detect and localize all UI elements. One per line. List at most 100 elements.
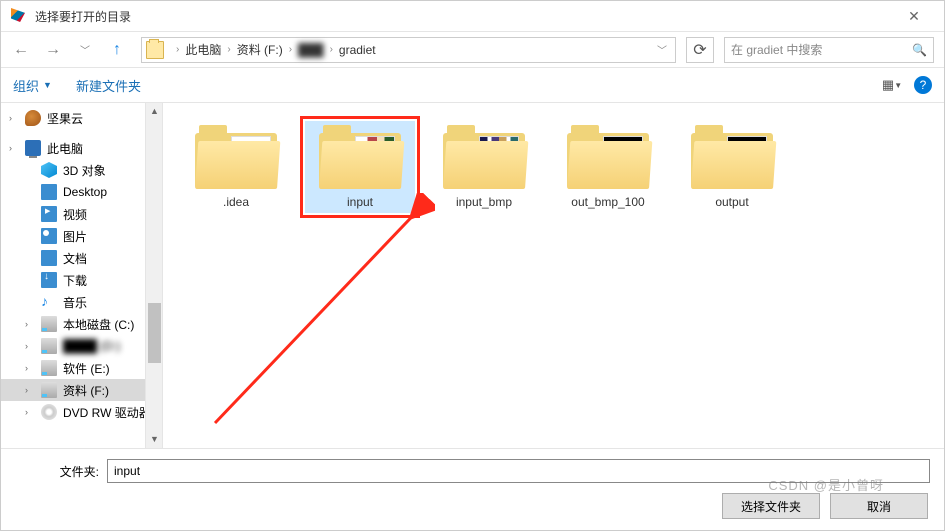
folder-item-input[interactable]: input xyxy=(305,121,415,213)
folder-icon xyxy=(146,41,164,59)
search-placeholder: 在 gradiet 中搜索 xyxy=(731,41,822,58)
annotation-arrow xyxy=(195,193,435,433)
sidebar-item-label: 本地磁盘 (C:) xyxy=(63,316,134,333)
sidebar-item-label: Desktop xyxy=(63,185,107,199)
scroll-down-icon[interactable]: ▼ xyxy=(146,431,163,448)
search-input[interactable]: 在 gradiet 中搜索 🔍 xyxy=(724,37,934,63)
folder-item-output[interactable]: output xyxy=(677,121,787,213)
titlebar: 选择要打开的目录 ✕ xyxy=(1,1,944,31)
folder-label: out_bmp_100 xyxy=(571,195,644,209)
sidebar-item-8[interactable]: 音乐 xyxy=(1,291,162,313)
sidebar-item-2[interactable]: 3D 对象 xyxy=(1,159,162,181)
sidebar-item-13[interactable]: › DVD RW 驱动器 xyxy=(1,401,162,423)
new-folder-button[interactable]: 新建文件夹 xyxy=(76,76,141,95)
refresh-button[interactable]: ⟳ xyxy=(686,37,714,63)
folder-icon xyxy=(691,125,773,189)
folder-label: output xyxy=(715,195,748,209)
bottom-panel: 文件夹: 选择文件夹 取消 xyxy=(1,448,944,529)
sidebar-item-label: DVD RW 驱动器 xyxy=(63,404,151,421)
nav-bar: ← → ﹀ ↑ › 此电脑 › 资料 (F:) › ███ › gradiet … xyxy=(1,31,944,67)
recent-dropdown[interactable]: ﹀ xyxy=(71,38,99,62)
sidebar-item-label: 此电脑 xyxy=(47,140,83,157)
chevron-right-icon: › xyxy=(176,44,179,55)
sidebar-scrollbar[interactable]: ▲ ▼ xyxy=(145,103,162,448)
expand-icon[interactable]: › xyxy=(25,319,35,329)
sidebar-item-label: 资料 (F:) xyxy=(63,382,109,399)
chevron-down-icon[interactable]: ﹀ xyxy=(657,42,667,57)
desktop-icon xyxy=(41,184,57,200)
expand-icon[interactable]: › xyxy=(25,363,35,373)
scroll-up-icon[interactable]: ▲ xyxy=(146,103,163,120)
cube-icon xyxy=(41,162,57,178)
up-button[interactable]: ↑ xyxy=(103,38,131,62)
select-folder-button[interactable]: 选择文件夹 xyxy=(722,493,820,519)
folder-item-input_bmp[interactable]: input_bmp xyxy=(429,121,539,213)
chevron-right-icon: › xyxy=(227,44,230,55)
expand-icon[interactable]: › xyxy=(9,143,19,153)
pic-icon xyxy=(41,228,57,244)
sidebar-item-7[interactable]: 下载 xyxy=(1,269,162,291)
sidebar-item-label: 图片 xyxy=(63,228,87,245)
expand-icon[interactable]: › xyxy=(25,407,35,417)
sidebar-item-label: 3D 对象 xyxy=(63,162,106,179)
cancel-button[interactable]: 取消 xyxy=(830,493,928,519)
sidebar-item-6[interactable]: 文档 xyxy=(1,247,162,269)
sidebar-item-0[interactable]: › 坚果云 xyxy=(1,107,162,129)
chevron-right-icon: › xyxy=(289,44,292,55)
sidebar-item-1[interactable]: › 此电脑 xyxy=(1,137,162,159)
disk-icon xyxy=(41,360,57,376)
folder-label: input_bmp xyxy=(456,195,512,209)
sidebar-item-label: 音乐 xyxy=(63,294,87,311)
sidebar: › 坚果云 › 此电脑 3D 对象 Desktop 视频图片文档下载音乐 › 本地磁盘 (C:)… xyxy=(1,103,163,448)
chevron-right-icon: › xyxy=(330,44,333,55)
disk-icon xyxy=(41,382,57,398)
scrollbar-thumb[interactable] xyxy=(148,303,161,363)
sidebar-item-label: 文档 xyxy=(63,250,87,267)
sidebar-item-11[interactable]: › 软件 (E:) xyxy=(1,357,162,379)
folder-icon xyxy=(567,125,649,189)
folder-name-input[interactable] xyxy=(107,459,930,483)
caret-down-icon: ▼ xyxy=(43,80,52,90)
crumb-0[interactable]: 此电脑 xyxy=(185,41,221,58)
sidebar-item-5[interactable]: 图片 xyxy=(1,225,162,247)
folder-icon xyxy=(195,125,277,189)
sidebar-item-9[interactable]: › 本地磁盘 (C:) xyxy=(1,313,162,335)
sidebar-item-12[interactable]: › 资料 (F:) xyxy=(1,379,162,401)
view-mode-button[interactable]: ▦ ▼ xyxy=(878,73,906,97)
folder-item-.idea[interactable]: .idea xyxy=(181,121,291,213)
matlab-icon xyxy=(11,8,27,24)
organize-button[interactable]: 组织▼ xyxy=(13,76,52,95)
nut-icon xyxy=(25,110,41,126)
doc-icon xyxy=(41,250,57,266)
toolbar: 组织▼ 新建文件夹 ▦ ▼ ? xyxy=(1,67,944,103)
folder-item-out_bmp_100[interactable]: out_bmp_100 xyxy=(553,121,663,213)
forward-button[interactable]: → xyxy=(39,38,67,62)
crumb-2[interactable]: ███ xyxy=(298,43,324,57)
video-icon xyxy=(41,206,57,222)
disk-icon xyxy=(41,316,57,332)
crumb-1[interactable]: 资料 (F:) xyxy=(237,41,283,58)
sidebar-item-label: 视频 xyxy=(63,206,87,223)
dvd-icon xyxy=(41,404,57,420)
expand-icon[interactable]: › xyxy=(9,113,19,123)
main-area: › 坚果云 › 此电脑 3D 对象 Desktop 视频图片文档下载音乐 › 本地磁盘 (C:)… xyxy=(1,103,944,448)
sidebar-item-4[interactable]: 视频 xyxy=(1,203,162,225)
crumb-3[interactable]: gradiet xyxy=(339,43,376,57)
folder-label: input xyxy=(347,195,373,209)
music-icon xyxy=(41,294,57,310)
sidebar-item-label: 坚果云 xyxy=(47,110,83,127)
breadcrumb[interactable]: › 此电脑 › 资料 (F:) › ███ › gradiet ﹀ xyxy=(141,37,676,63)
sidebar-item-10[interactable]: ›████ (D:) xyxy=(1,335,162,357)
expand-icon[interactable]: › xyxy=(25,385,35,395)
disk-icon xyxy=(41,338,57,354)
help-icon[interactable]: ? xyxy=(914,76,932,94)
pc-icon xyxy=(25,140,41,156)
close-icon[interactable]: ✕ xyxy=(894,8,934,25)
back-button[interactable]: ← xyxy=(7,38,35,62)
folder-icon xyxy=(443,125,525,189)
expand-icon[interactable]: › xyxy=(25,341,35,351)
sidebar-item-label: 软件 (E:) xyxy=(63,360,110,377)
down-icon xyxy=(41,272,57,288)
folder-content: .idea input input_bmp out_bmp_100 output xyxy=(163,103,944,448)
sidebar-item-3[interactable]: Desktop xyxy=(1,181,162,203)
